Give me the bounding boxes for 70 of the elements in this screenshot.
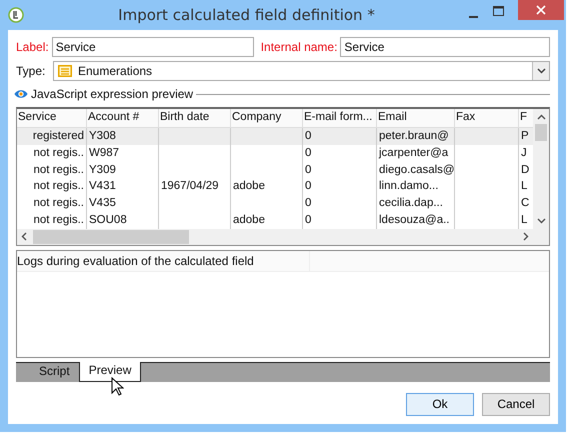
table-cell: registered bbox=[32, 130, 84, 142]
window-title: Import calculated field definition * bbox=[117, 6, 376, 24]
table-cell: not regis.. bbox=[34, 197, 84, 210]
app-icon bbox=[8, 7, 24, 23]
table-cell: adobe bbox=[233, 180, 265, 192]
type-dropdown[interactable]: Enumerations bbox=[53, 61, 550, 81]
table-cell: L bbox=[521, 180, 528, 192]
column-header[interactable]: Company bbox=[231, 109, 303, 127]
column-header[interactable]: Account # bbox=[87, 109, 159, 127]
table-cell: not regis.. bbox=[34, 164, 84, 176]
column-header: Logs during evaluation of the calculated field bbox=[17, 250, 310, 271]
tab[interactable]: Preview bbox=[78, 362, 142, 382]
table-cell: jcarpenter@a bbox=[379, 146, 448, 159]
table-cell: diego.casals@ bbox=[379, 164, 455, 176]
table-row[interactable]: registered Y308 0 peter.braun@ P bbox=[17, 128, 533, 145]
column-header[interactable]: E-mail form... bbox=[303, 109, 377, 127]
table-cell: not regis.. bbox=[34, 180, 84, 192]
table-cell: not regis.. bbox=[34, 214, 84, 226]
ok-button[interactable]: Ok bbox=[406, 392, 474, 416]
table-cell: peter.braun@ bbox=[379, 130, 449, 142]
table-cell: J bbox=[521, 146, 527, 159]
chevron-down-icon bbox=[536, 68, 546, 74]
close-icon bbox=[536, 5, 546, 15]
table-cell: V431 bbox=[89, 180, 116, 192]
scrollbar-thumb[interactable] bbox=[535, 124, 547, 141]
maximize-icon[interactable] bbox=[493, 6, 504, 16]
table-cell: L bbox=[521, 214, 528, 226]
field-label: Internal name: bbox=[260, 40, 338, 54]
table-cell: V435 bbox=[89, 197, 116, 210]
section-heading: JavaScript expression preview bbox=[31, 87, 194, 101]
table-cell: adobe bbox=[233, 214, 265, 226]
chevron-left-icon bbox=[21, 232, 27, 242]
table-cell: ldesouza@a.. bbox=[379, 214, 450, 226]
table-cell: 1967/04/29 bbox=[161, 180, 219, 192]
list-icon bbox=[58, 65, 72, 77]
cursor-icon bbox=[111, 377, 124, 396]
table-cell: P bbox=[521, 130, 529, 142]
close-button[interactable] bbox=[518, 0, 564, 20]
table-cell: C bbox=[521, 197, 530, 210]
table-cell: Y309 bbox=[89, 164, 116, 176]
scrollbar-thumb[interactable] bbox=[33, 230, 189, 244]
field-label: Type: bbox=[16, 64, 46, 78]
column-header[interactable]: Email bbox=[377, 109, 455, 127]
table-cell: cecilia.dap... bbox=[379, 197, 443, 210]
chevron-right-icon bbox=[523, 232, 529, 242]
table-cell: 0 bbox=[305, 146, 312, 159]
cancel-button[interactable]: Cancel bbox=[482, 392, 550, 416]
table-cell: 0 bbox=[305, 164, 312, 176]
table-cell: 0 bbox=[305, 180, 312, 192]
column-header[interactable]: Fax bbox=[455, 109, 519, 127]
field-label: Label: bbox=[16, 40, 49, 54]
eye-icon bbox=[14, 89, 28, 99]
table-cell: not regis.. bbox=[34, 146, 84, 159]
column-header[interactable]: Service bbox=[17, 109, 87, 127]
table-cell: 0 bbox=[305, 130, 312, 142]
table-cell: 0 bbox=[305, 214, 312, 226]
tab[interactable]: Script bbox=[30, 362, 79, 382]
table-cell: 0 bbox=[305, 197, 312, 210]
horizontal-scrollbar[interactable] bbox=[17, 228, 549, 245]
label-field[interactable]: Service bbox=[52, 37, 254, 57]
chevron-down-icon bbox=[536, 218, 546, 224]
table-cell: W987 bbox=[89, 146, 120, 159]
table-cell: Y308 bbox=[89, 130, 116, 142]
table-cell: D bbox=[521, 164, 530, 176]
chevron-up-icon bbox=[536, 114, 546, 120]
table-cell: SOU08 bbox=[89, 214, 127, 226]
table-cell: linn.damo... bbox=[379, 180, 438, 192]
column-header[interactable]: Birth date bbox=[159, 109, 231, 127]
internal-name-field[interactable]: Service bbox=[340, 37, 550, 57]
vertical-scrollbar[interactable] bbox=[533, 109, 549, 229]
